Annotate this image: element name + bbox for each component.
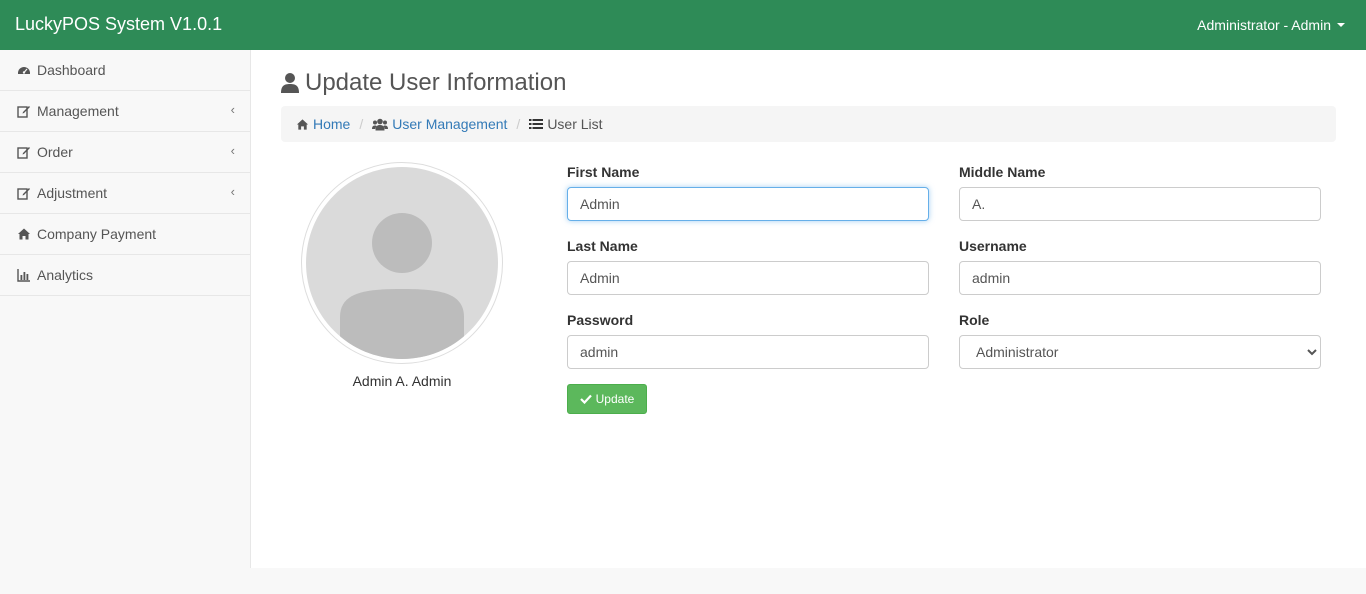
breadcrumb-current-label: User List [547,116,603,132]
chevron-left-icon: ‹ [230,102,235,117]
dashboard-icon [17,63,31,77]
default-avatar-icon [306,167,498,359]
breadcrumb-user-management-label: User Management [392,116,508,132]
breadcrumb-user-management-link[interactable]: User Management [372,116,507,132]
top-navbar: LuckyPOS System V1.0.1 Administrator - A… [0,0,1366,50]
middle-name-field[interactable] [959,187,1321,221]
sidebar-item-dashboard[interactable]: Dashboard [0,50,250,91]
middle-name-label: Middle Name [959,164,1046,180]
last-name-field[interactable] [567,261,929,295]
breadcrumb-home-label: Home [313,116,351,132]
password-field[interactable] [567,335,929,369]
caret-down-icon [1337,23,1345,27]
username-group: Username [959,238,1321,295]
sidebar-item-adjustment[interactable]: Adjustment ‹ [0,173,250,214]
first-name-field[interactable] [567,187,929,221]
sidebar-item-company-payment[interactable]: Company Payment [0,214,250,255]
sidebar-item-analytics[interactable]: Analytics [0,255,250,296]
sidebar: Dashboard Management ‹ Order ‹ Adjustmen… [0,50,251,568]
sidebar-item-label: Adjustment [37,185,108,201]
breadcrumb-current: User List [529,116,603,132]
page-title-text: Update User Information [305,69,567,96]
profile-display-name: Admin A. Admin [352,373,452,389]
avatar [301,162,503,364]
user-icon [281,72,299,94]
check-icon [579,394,592,404]
edit-icon [17,186,31,200]
sidebar-item-label: Management [37,103,119,119]
edit-icon [17,145,31,159]
sidebar-item-label: Order [37,144,73,160]
username-field[interactable] [959,261,1321,295]
role-select[interactable]: Administrator [959,335,1321,369]
username-label: Username [959,238,1027,254]
sidebar-item-management[interactable]: Management ‹ [0,91,250,132]
chevron-left-icon: ‹ [230,184,235,199]
password-label: Password [567,312,634,328]
last-name-group: Last Name [567,238,929,295]
home-icon [296,118,309,131]
password-group: Password [567,312,929,369]
edit-icon [17,104,31,118]
users-icon [372,118,389,131]
last-name-label: Last Name [567,238,638,254]
role-label: Role [959,312,990,328]
role-group: Role Administrator [959,312,1321,369]
breadcrumb-separator: / [359,116,364,132]
update-button[interactable]: Update [567,384,647,414]
sidebar-item-label: Analytics [37,267,94,283]
page-title: Update User Information [281,69,566,97]
chevron-left-icon: ‹ [230,143,235,158]
first-name-group: First Name [567,164,929,221]
first-name-label: First Name [567,164,640,180]
user-menu-dropdown[interactable]: Administrator - Admin [1197,17,1345,33]
breadcrumb: Home / User Management / User List [281,106,1336,142]
bar-chart-icon [17,268,31,282]
middle-name-group: Middle Name [959,164,1321,221]
main-content: Update User Information Home / User Mana… [251,50,1366,568]
breadcrumb-separator: / [516,116,521,132]
app-title[interactable]: LuckyPOS System V1.0.1 [15,14,222,35]
home-icon [17,227,31,241]
breadcrumb-home-link[interactable]: Home [296,116,350,132]
sidebar-item-label: Dashboard [37,62,106,78]
sidebar-item-label: Company Payment [37,226,157,242]
update-button-label: Update [595,392,635,406]
sidebar-item-order[interactable]: Order ‹ [0,132,250,173]
list-icon [529,118,544,130]
user-menu-label: Administrator - Admin [1197,17,1331,33]
